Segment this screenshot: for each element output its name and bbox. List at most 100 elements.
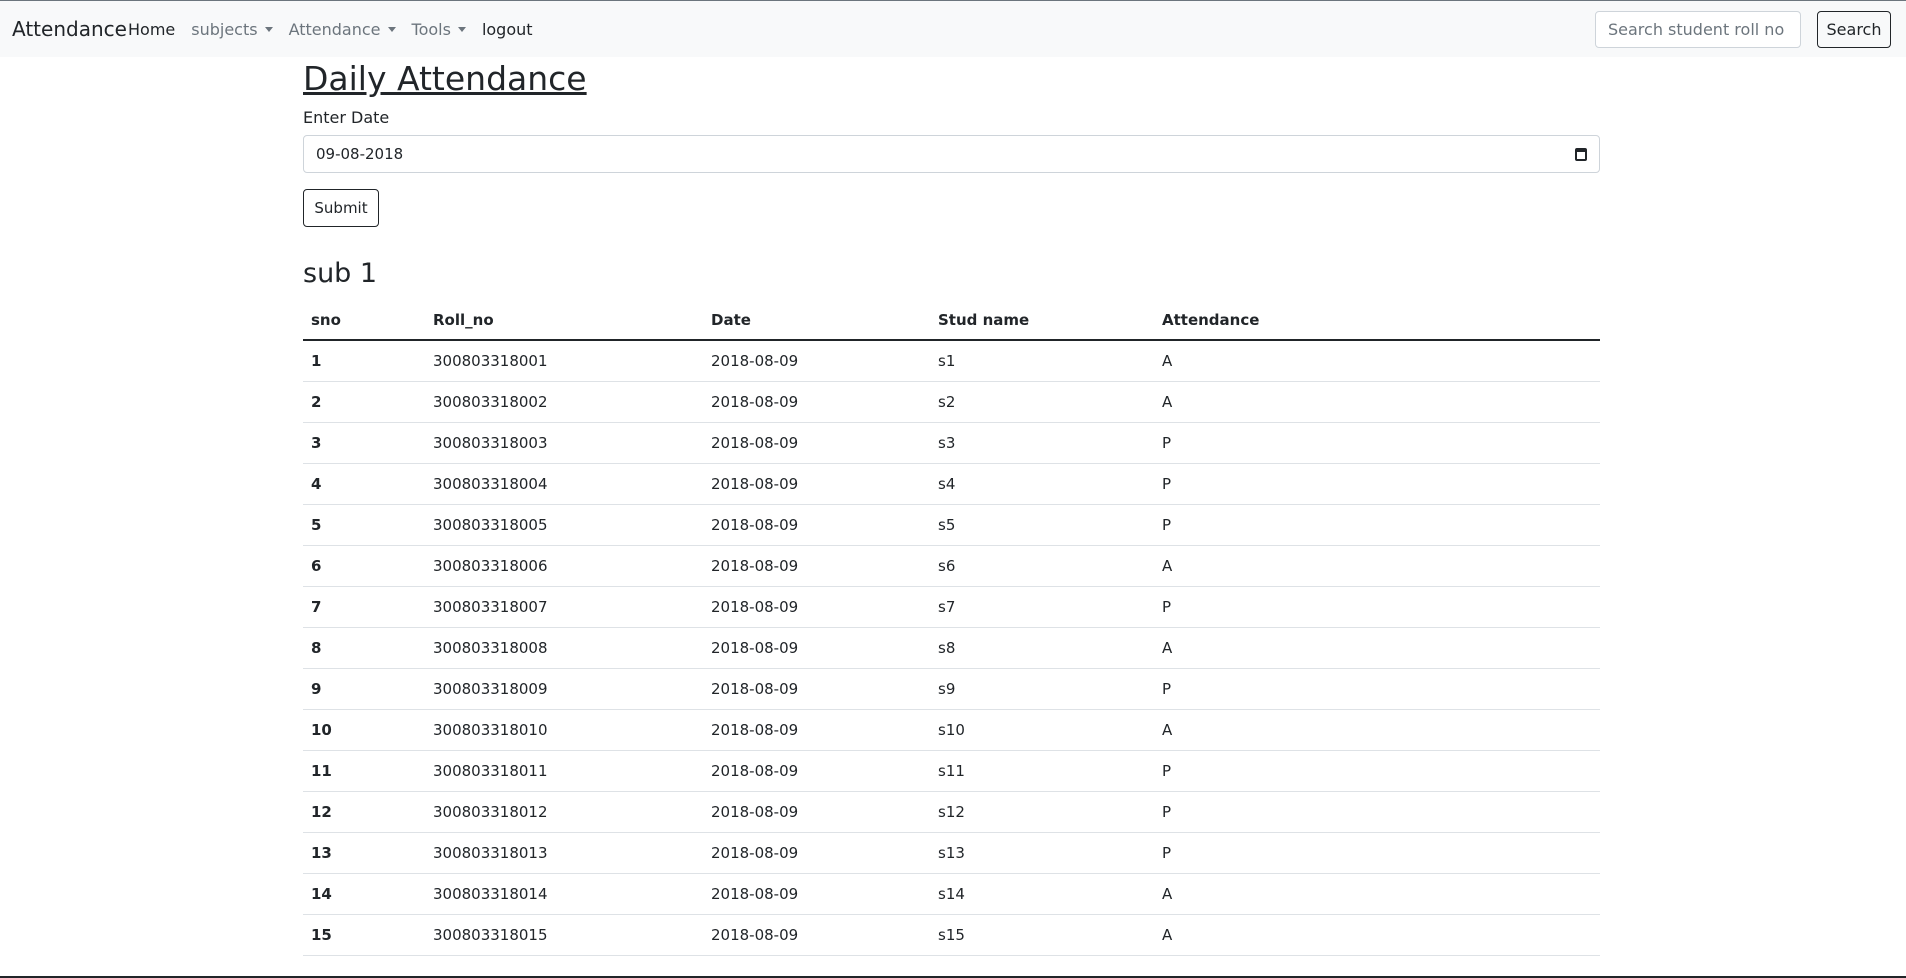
- cell-date: 2018-08-09: [703, 586, 930, 628]
- column-header-roll-no: Roll_no: [425, 300, 703, 341]
- cell-attendance: A: [1154, 873, 1600, 915]
- table-row: 11 300803318011 2018-08-09 s11 P: [303, 750, 1600, 792]
- cell-roll-no: 300803318011: [425, 750, 703, 792]
- cell-sno: 4: [303, 463, 425, 505]
- table-row: 8 300803318008 2018-08-09 s8 A: [303, 627, 1600, 669]
- cell-stud-name: s13: [930, 832, 1154, 874]
- table-row: 5 300803318005 2018-08-09 s5 P: [303, 504, 1600, 546]
- cell-sno: 8: [303, 627, 425, 669]
- cell-stud-name: s12: [930, 791, 1154, 833]
- table-row: 3 300803318003 2018-08-09 s3 P: [303, 422, 1600, 464]
- cell-roll-no: 300803318013: [425, 832, 703, 874]
- cell-sno: 6: [303, 545, 425, 587]
- table-row: 15 300803318015 2018-08-09 s15 A: [303, 914, 1600, 956]
- caret-down-icon: [457, 27, 466, 32]
- cell-attendance: A: [1154, 545, 1600, 587]
- date-input[interactable]: 09-08-2018: [303, 135, 1600, 173]
- cell-sno: 5: [303, 504, 425, 546]
- cell-roll-no: 300803318009: [425, 668, 703, 710]
- cell-roll-no: 300803318005: [425, 504, 703, 546]
- cell-roll-no: 300803318014: [425, 873, 703, 915]
- cell-stud-name: s7: [930, 586, 1154, 628]
- cell-stud-name: s5: [930, 504, 1154, 546]
- nav-tools-label: Tools: [411, 20, 451, 39]
- cell-roll-no: 300803318007: [425, 586, 703, 628]
- cell-roll-no: 300803318006: [425, 545, 703, 587]
- table-row: 9 300803318009 2018-08-09 s9 P: [303, 668, 1600, 710]
- section-title: sub 1: [303, 258, 378, 289]
- page-title: Daily Attendance: [303, 59, 587, 98]
- cell-date: 2018-08-09: [703, 791, 930, 833]
- cell-date: 2018-08-09: [703, 463, 930, 505]
- cell-sno: 1: [303, 340, 425, 382]
- cell-date: 2018-08-09: [703, 832, 930, 874]
- cell-stud-name: s9: [930, 668, 1154, 710]
- cell-date: 2018-08-09: [703, 873, 930, 915]
- nav-subjects-dropdown[interactable]: subjects: [191, 20, 273, 39]
- column-header-date: Date: [703, 300, 930, 341]
- cell-attendance: P: [1154, 750, 1600, 792]
- table-row: 6 300803318006 2018-08-09 s6 A: [303, 545, 1600, 587]
- table-row: 12 300803318012 2018-08-09 s12 P: [303, 791, 1600, 833]
- brand-link[interactable]: Attendance: [12, 17, 127, 41]
- calendar-icon[interactable]: [1575, 147, 1587, 161]
- navbar: Attendance Home subjects Attendance Tool…: [0, 0, 1906, 57]
- cell-sno: 3: [303, 422, 425, 464]
- cell-date: 2018-08-09: [703, 627, 930, 669]
- search-input[interactable]: [1595, 11, 1801, 48]
- cell-roll-no: 300803318010: [425, 709, 703, 751]
- cell-roll-no: 300803318001: [425, 340, 703, 382]
- table-row: 13 300803318013 2018-08-09 s13 P: [303, 832, 1600, 874]
- submit-button[interactable]: Submit: [303, 189, 379, 227]
- cell-roll-no: 300803318003: [425, 422, 703, 464]
- cell-attendance: A: [1154, 340, 1600, 382]
- cell-roll-no: 300803318012: [425, 791, 703, 833]
- cell-attendance: A: [1154, 709, 1600, 751]
- cell-date: 2018-08-09: [703, 381, 930, 423]
- cell-roll-no: 300803318002: [425, 381, 703, 423]
- cell-stud-name: s6: [930, 545, 1154, 587]
- cell-stud-name: s15: [930, 914, 1154, 956]
- cell-stud-name: s4: [930, 463, 1154, 505]
- cell-stud-name: s1: [930, 340, 1154, 382]
- nav-home-label: Home: [128, 20, 176, 39]
- table-row: 1 300803318001 2018-08-09 s1 A: [303, 340, 1600, 382]
- table-header-row: sno Roll_no Date Stud name Attendance: [303, 300, 1600, 341]
- caret-down-icon: [387, 27, 396, 32]
- column-header-sno: sno: [303, 300, 425, 341]
- table-row: 2 300803318002 2018-08-09 s2 A: [303, 381, 1600, 423]
- cell-sno: 12: [303, 791, 425, 833]
- cell-attendance: P: [1154, 504, 1600, 546]
- column-header-stud-name: Stud name: [930, 300, 1154, 341]
- nav-logout[interactable]: logout: [482, 20, 533, 39]
- nav-links: Home subjects Attendance Tools logout: [128, 20, 549, 39]
- table-row: 4 300803318004 2018-08-09 s4 P: [303, 463, 1600, 505]
- cell-roll-no: 300803318008: [425, 627, 703, 669]
- cell-attendance: A: [1154, 381, 1600, 423]
- nav-tools-dropdown[interactable]: Tools: [412, 20, 466, 39]
- cell-date: 2018-08-09: [703, 709, 930, 751]
- cell-sno: 11: [303, 750, 425, 792]
- cell-attendance: A: [1154, 914, 1600, 956]
- nav-attendance-label: Attendance: [288, 20, 381, 39]
- cell-attendance: P: [1154, 463, 1600, 505]
- cell-stud-name: s11: [930, 750, 1154, 792]
- nav-attendance-dropdown[interactable]: Attendance: [289, 20, 396, 39]
- cell-date: 2018-08-09: [703, 504, 930, 546]
- cell-attendance: P: [1154, 586, 1600, 628]
- date-label: Enter Date: [303, 108, 390, 127]
- cell-sno: 2: [303, 381, 425, 423]
- nav-logout-label: logout: [481, 20, 533, 39]
- cell-attendance: P: [1154, 668, 1600, 710]
- cell-date: 2018-08-09: [703, 340, 930, 382]
- cell-stud-name: s2: [930, 381, 1154, 423]
- cell-sno: 7: [303, 586, 425, 628]
- search-button[interactable]: Search: [1817, 11, 1891, 48]
- cell-attendance: P: [1154, 832, 1600, 874]
- nav-home[interactable]: Home: [128, 20, 175, 39]
- cell-attendance: P: [1154, 422, 1600, 464]
- cell-stud-name: s14: [930, 873, 1154, 915]
- caret-down-icon: [264, 27, 273, 32]
- main-content: Daily Attendance Enter Date 09-08-2018 S…: [303, 57, 1600, 956]
- cell-roll-no: 300803318015: [425, 914, 703, 956]
